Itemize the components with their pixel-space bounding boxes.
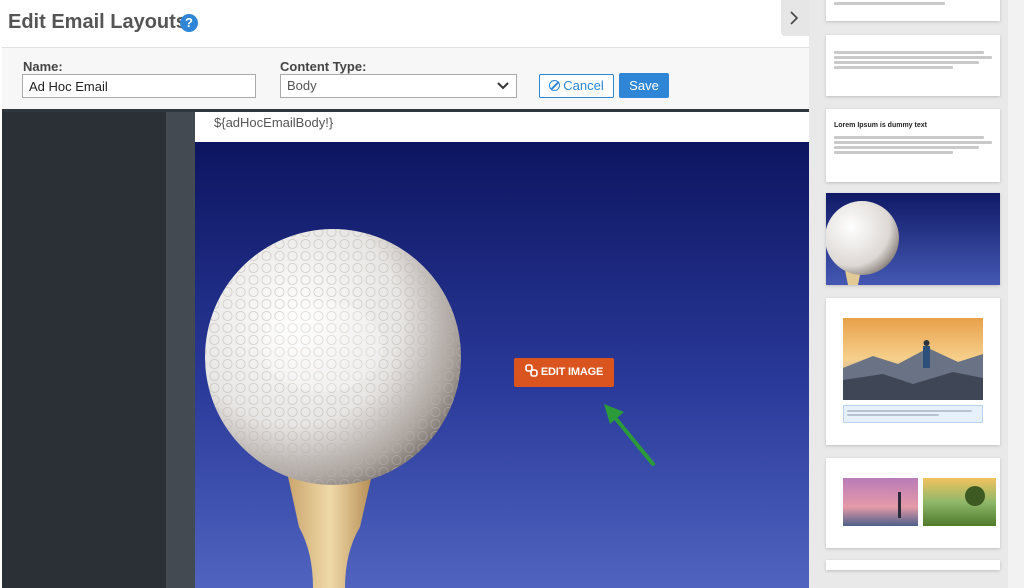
- name-label: Name:: [23, 59, 63, 74]
- page-header: Edit Email Layouts ?: [0, 0, 781, 47]
- ban-icon: [549, 80, 561, 91]
- edit-image-label: EDIT IMAGE: [540, 366, 604, 378]
- mountain-thumbnail: [843, 318, 983, 400]
- template-thumbnail[interactable]: [826, 458, 1000, 548]
- chevron-down-icon: [497, 82, 509, 90]
- save-button[interactable]: Save: [619, 73, 669, 98]
- thumb-text-line: [834, 136, 985, 139]
- content-type-value: Body: [287, 78, 317, 93]
- panel-scrollbar[interactable]: [1008, 0, 1024, 588]
- thumb-text-line: [834, 151, 953, 154]
- thumb-heading: Lorem Ipsum is dummy text: [834, 122, 927, 129]
- template-thumbnail[interactable]: [826, 35, 1000, 96]
- edit-image-button[interactable]: EDIT IMAGE: [514, 358, 614, 387]
- thumb-caption-box: [843, 405, 983, 423]
- thumb-text-line: [834, 2, 945, 5]
- template-thumbnail[interactable]: [826, 0, 1000, 21]
- merge-tag-text: ${adHocEmailBody!}: [214, 115, 334, 130]
- template-thumbnail[interactable]: Lorem Ipsum is dummy text: [826, 109, 1000, 182]
- arrow-annotation-icon: [604, 404, 655, 466]
- panel-toggle-button[interactable]: [781, 0, 809, 36]
- thumb-text-line: [834, 146, 980, 149]
- content-type-select[interactable]: Body: [280, 74, 517, 98]
- golf-ball-image: [195, 142, 809, 588]
- thumb-text-line: [847, 410, 973, 412]
- layout-form-bar: Name: Content Type: Body Cancel Save: [2, 47, 809, 109]
- thumb-text-line: [847, 414, 940, 416]
- cancel-button[interactable]: Cancel: [539, 74, 614, 98]
- thumb-text-line: [834, 56, 992, 59]
- template-thumbnail[interactable]: [826, 193, 1000, 285]
- template-thumbnail[interactable]: [826, 298, 1000, 445]
- hero-image[interactable]: [195, 142, 809, 588]
- thumb-text-line: [834, 51, 985, 54]
- editor-gutter: [166, 112, 195, 588]
- name-input[interactable]: [22, 74, 256, 98]
- thumb-text-line: [834, 141, 992, 144]
- chevron-right-icon: [790, 11, 799, 25]
- golf-ball-thumbnail: [826, 193, 1000, 285]
- page-title: Edit Email Layouts: [8, 11, 187, 33]
- cancel-label: Cancel: [563, 78, 604, 93]
- content-type-label: Content Type:: [280, 59, 367, 74]
- thumb-text-line: [834, 61, 980, 64]
- editor-sidebar: [2, 112, 166, 588]
- help-icon[interactable]: ?: [180, 14, 198, 32]
- link-icon: [525, 364, 538, 377]
- thumb-text-line: [834, 66, 953, 69]
- two-images-thumbnail: [843, 478, 996, 526]
- merge-tag-block[interactable]: ${adHocEmailBody!}: [195, 112, 809, 142]
- template-thumbnail[interactable]: [826, 560, 1000, 570]
